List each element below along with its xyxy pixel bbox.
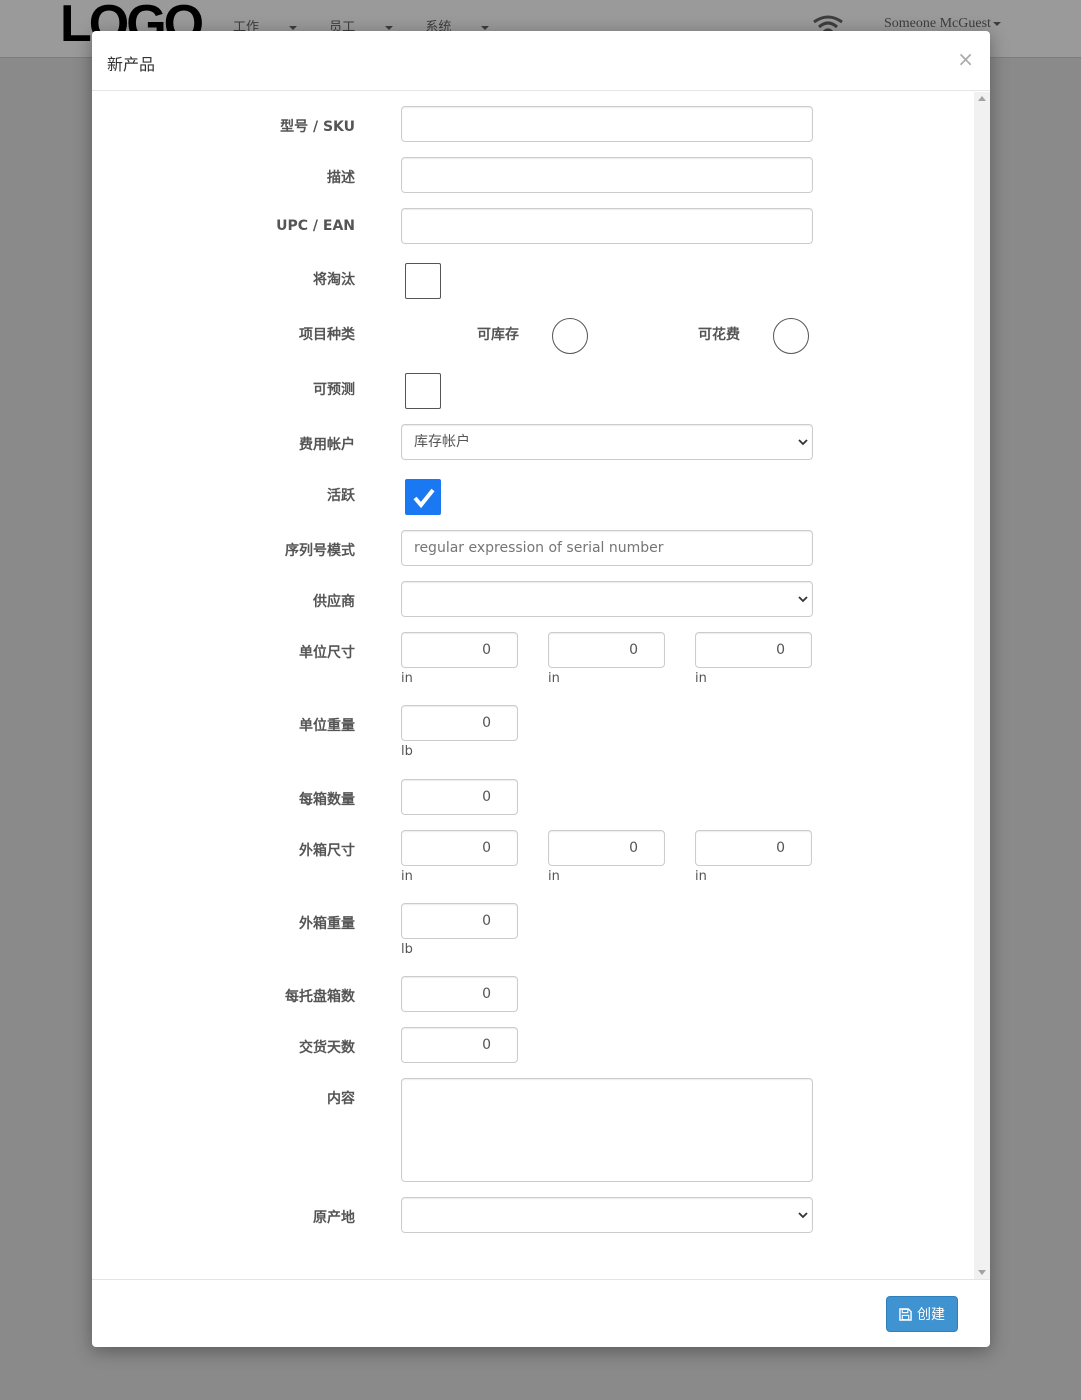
qty-per-box-label: 每箱数量 <box>299 792 355 808</box>
unit-width-unit: in <box>548 671 560 686</box>
unit-weight-unit: lb <box>401 744 413 759</box>
boxes-per-pallet-label: 每托盘箱数 <box>285 989 355 1005</box>
sku-input[interactable] <box>401 106 813 142</box>
box-weight-input[interactable]: 0 <box>401 903 518 939</box>
close-icon[interactable]: × <box>957 49 974 69</box>
new-product-modal: 新产品 × 型号 / SKU 描述 UPC / EAN 将淘汰 项目种类 可库存… <box>92 31 990 1347</box>
caret-down-icon <box>992 21 1001 26</box>
expense-account-value: 库存帐户 <box>414 434 470 450</box>
boxes-per-pallet-input[interactable]: 0 <box>401 976 518 1012</box>
unit-length-unit: in <box>401 671 413 686</box>
content-textarea[interactable] <box>401 1078 813 1182</box>
eol-checkbox[interactable] <box>405 263 441 299</box>
create-button-label: 创建 <box>917 1307 945 1323</box>
caret-down-icon <box>385 25 394 30</box>
box-length-input[interactable]: 0 <box>401 830 518 866</box>
qty-per-box-input[interactable]: 0 <box>401 779 518 815</box>
unit-height-input[interactable]: 0 <box>695 632 812 668</box>
check-icon <box>413 488 435 509</box>
supplier-select[interactable] <box>401 581 813 617</box>
unit-width-input[interactable]: 0 <box>548 632 665 668</box>
scroll-down-icon[interactable] <box>978 1270 986 1275</box>
origin-select[interactable] <box>401 1197 813 1233</box>
unit-dims-label: 单位尺寸 <box>299 645 355 661</box>
unit-height-unit: in <box>695 671 707 686</box>
box-height-unit: in <box>695 869 707 884</box>
box-weight-unit: lb <box>401 942 413 957</box>
box-dims-label: 外箱尺寸 <box>299 843 355 859</box>
caret-down-icon <box>481 25 490 30</box>
unit-weight-input[interactable]: 0 <box>401 705 518 741</box>
forecastable-label: 可预测 <box>313 382 355 398</box>
box-width-unit: in <box>548 869 560 884</box>
lead-days-input[interactable]: 0 <box>401 1027 518 1063</box>
chevron-down-icon <box>798 439 808 446</box>
lead-days-label: 交货天数 <box>299 1040 355 1056</box>
stockable-label: 可库存 <box>477 327 519 343</box>
unit-weight-label: 单位重量 <box>299 718 355 734</box>
expensable-label: 可花费 <box>698 327 740 343</box>
modal-header: 新产品 × <box>92 31 990 91</box>
expense-account-select[interactable]: 库存帐户 <box>401 424 813 460</box>
upc-input[interactable] <box>401 208 813 244</box>
modal-footer: 创建 <box>92 1279 990 1347</box>
chevron-down-icon <box>798 1212 808 1219</box>
box-weight-label: 外箱重量 <box>299 916 355 932</box>
unit-length-input[interactable]: 0 <box>401 632 518 668</box>
content-label: 内容 <box>327 1091 355 1107</box>
upc-label: UPC / EAN <box>276 218 355 234</box>
eol-label: 将淘汰 <box>313 272 355 288</box>
serial-pattern-label: 序列号模式 <box>285 543 355 559</box>
expensable-radio[interactable] <box>773 318 809 354</box>
chevron-down-icon <box>798 596 808 603</box>
stockable-radio[interactable] <box>552 318 588 354</box>
supplier-label: 供应商 <box>313 594 355 610</box>
box-width-input[interactable]: 0 <box>548 830 665 866</box>
active-checkbox[interactable] <box>405 479 441 515</box>
modal-title: 新产品 <box>107 55 156 74</box>
modal-body: 型号 / SKU 描述 UPC / EAN 将淘汰 项目种类 可库存 可花费 可… <box>92 92 974 1279</box>
scroll-up-icon[interactable] <box>978 96 986 101</box>
origin-label: 原产地 <box>313 1210 355 1226</box>
box-height-input[interactable]: 0 <box>695 830 812 866</box>
description-label: 描述 <box>327 170 355 186</box>
create-button[interactable]: 创建 <box>886 1296 958 1332</box>
forecastable-checkbox[interactable] <box>405 373 441 409</box>
sku-label: 型号 / SKU <box>280 119 355 135</box>
expense-account-label: 费用帐户 <box>299 437 355 453</box>
caret-down-icon <box>289 25 298 30</box>
serial-pattern-input[interactable] <box>401 530 813 566</box>
description-input[interactable] <box>401 157 813 193</box>
modal-scrollbar[interactable] <box>974 92 990 1279</box>
user-menu[interactable]: Someone McGuest <box>884 16 1001 32</box>
item-type-label: 项目种类 <box>299 327 355 343</box>
active-label: 活跃 <box>327 488 355 504</box>
save-icon <box>899 1307 912 1321</box>
box-length-unit: in <box>401 869 413 884</box>
